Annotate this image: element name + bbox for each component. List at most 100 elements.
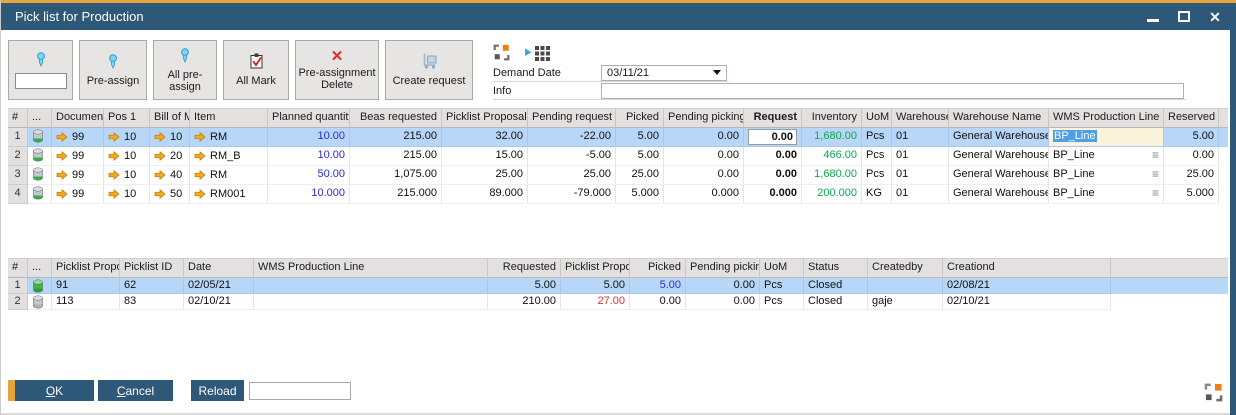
cell-warehouse[interactable]: 01: [892, 147, 949, 166]
link-arrow-icon[interactable]: [56, 170, 68, 180]
link-arrow-icon[interactable]: [108, 170, 120, 180]
col-header-requested[interactable]: Requested: [488, 258, 561, 278]
row-number[interactable]: 4: [8, 185, 28, 204]
cell-icon[interactable]: [28, 166, 52, 185]
col-header-uom[interactable]: UoM: [862, 108, 892, 128]
cell-picked[interactable]: 5.00: [616, 128, 664, 147]
cell-warehouse-name[interactable]: General Warehouse: [949, 147, 1049, 166]
cell-pos[interactable]: 10: [104, 128, 150, 147]
col-header-pending-picking[interactable]: Pending picking: [664, 108, 744, 128]
col-header-proposal[interactable]: Picklist Proposal: [561, 258, 630, 278]
col-header-wms[interactable]: WMS Production Line: [1049, 108, 1164, 128]
cell-inventory[interactable]: 1,680.00: [802, 166, 862, 185]
wms-menu-icon[interactable]: ≡: [1152, 185, 1159, 201]
cell-picked[interactable]: 5.00: [616, 147, 664, 166]
cell-creation[interactable]: 02/10/21: [943, 294, 1111, 310]
cell-document[interactable]: 99: [52, 128, 104, 147]
col-header-num[interactable]: #: [8, 108, 28, 128]
cell-request[interactable]: 0.00: [744, 147, 802, 166]
col-header-icon[interactable]: ...: [28, 108, 52, 128]
col-header-date[interactable]: Date: [184, 258, 254, 278]
cell-requested[interactable]: 210.00: [488, 294, 561, 310]
cell-planned[interactable]: 50.00: [268, 166, 350, 185]
row-number[interactable]: 2: [8, 147, 28, 166]
cell-planned[interactable]: 10.00: [268, 128, 350, 147]
cell-pending-request[interactable]: -5.00: [528, 147, 616, 166]
cell-reserved[interactable]: 5.000: [1164, 185, 1219, 204]
cell-uom[interactable]: KG: [862, 185, 892, 204]
all-mark-button[interactable]: All Mark: [223, 40, 289, 100]
cell-icon[interactable]: [28, 294, 52, 310]
cell-beas[interactable]: 215.00: [350, 128, 442, 147]
preassign-button[interactable]: Pre-assign: [79, 40, 147, 100]
ok-button[interactable]: OK: [8, 380, 94, 401]
cell-pending-request[interactable]: 25.00: [528, 166, 616, 185]
link-arrow-icon[interactable]: [108, 189, 120, 199]
cell-pending-request[interactable]: -22.00: [528, 128, 616, 147]
cell-request[interactable]: 0.00: [744, 166, 802, 185]
row-number[interactable]: 1: [8, 128, 28, 147]
wms-menu-icon[interactable]: ≡: [1152, 147, 1159, 163]
col-header-request[interactable]: Request: [744, 108, 802, 128]
col-header-picked[interactable]: Picked: [630, 258, 686, 278]
cell-proposal-no[interactable]: 91: [52, 278, 120, 294]
col-header-creation[interactable]: Creationd: [943, 258, 1111, 278]
demand-date-select[interactable]: 03/11/21: [601, 65, 727, 81]
col-header-picklist-id[interactable]: Picklist ID: [120, 258, 184, 278]
cell-item[interactable]: RM_B: [190, 147, 268, 166]
cell-picklist-id[interactable]: 83: [120, 294, 184, 310]
cell-inventory[interactable]: 466.00: [802, 147, 862, 166]
col-header-proposal[interactable]: Picklist Proposal: [442, 108, 528, 128]
cell-planned[interactable]: 10.000: [268, 185, 350, 204]
col-header-planned[interactable]: Planned quantity: [268, 108, 350, 128]
cell-pending-picking[interactable]: 0.00: [664, 128, 744, 147]
resize-toggle-icon[interactable]: [493, 44, 510, 66]
cell-warehouse-name[interactable]: General Warehouse: [949, 185, 1049, 204]
cell-uom[interactable]: Pcs: [862, 166, 892, 185]
cell-date[interactable]: 02/05/21: [184, 278, 254, 294]
cell-planned[interactable]: 10.00: [268, 147, 350, 166]
create-request-button[interactable]: Create request: [385, 40, 473, 100]
cell-proposal[interactable]: 25.00: [442, 166, 528, 185]
cell-wms[interactable]: BP_Line≡: [1049, 166, 1164, 185]
footer-input[interactable]: [249, 382, 351, 400]
col-header-picked[interactable]: Picked: [616, 108, 664, 128]
cell-picked[interactable]: 25.00: [616, 166, 664, 185]
cell-icon[interactable]: [28, 278, 52, 294]
cell-pending-picking[interactable]: 0.00: [664, 147, 744, 166]
cell-proposal[interactable]: 15.00: [442, 147, 528, 166]
cell-wms[interactable]: [254, 278, 488, 294]
cancel-button[interactable]: Cancel: [98, 380, 173, 401]
cell-wms[interactable]: BP_Line≡: [1049, 185, 1164, 204]
link-arrow-icon[interactable]: [194, 132, 206, 142]
col-header-wms[interactable]: WMS Production Line: [254, 258, 488, 278]
maximize-button[interactable]: [1177, 10, 1191, 24]
cell-uom[interactable]: Pcs: [760, 278, 804, 294]
cell-icon[interactable]: [28, 147, 52, 166]
cell-proposal[interactable]: 89.000: [442, 185, 528, 204]
cell-requested[interactable]: 5.00: [488, 278, 561, 294]
cell-uom[interactable]: Pcs: [760, 294, 804, 310]
cell-beas[interactable]: 1,075.00: [350, 166, 442, 185]
cell-picked[interactable]: 5.00: [630, 278, 686, 294]
cell-date[interactable]: 02/10/21: [184, 294, 254, 310]
cell-reserved[interactable]: 25.00: [1164, 166, 1219, 185]
wms-menu-icon[interactable]: ≡: [1152, 166, 1159, 182]
col-header-warehouse-name[interactable]: Warehouse Name: [949, 108, 1049, 128]
col-header-createdby[interactable]: Createdby: [868, 258, 943, 278]
cell-item[interactable]: RM: [190, 128, 268, 147]
link-arrow-icon[interactable]: [154, 151, 166, 161]
cell-picked[interactable]: 0.00: [630, 294, 686, 310]
col-header-pending-request[interactable]: Pending request: [528, 108, 616, 128]
cell-status[interactable]: Closed: [804, 294, 868, 310]
cell-request[interactable]: 0.000: [744, 185, 802, 204]
cell-inventory[interactable]: 1,680.00: [802, 128, 862, 147]
cell-document[interactable]: 99: [52, 166, 104, 185]
cell-wms[interactable]: [254, 294, 488, 310]
col-header-status[interactable]: Status: [804, 258, 868, 278]
transfer-to-grid-icon[interactable]: [519, 45, 551, 66]
cell-document[interactable]: 99: [52, 185, 104, 204]
cell-icon[interactable]: [28, 128, 52, 147]
col-header-pos[interactable]: Pos 1: [104, 108, 150, 128]
info-input[interactable]: [601, 83, 1184, 99]
